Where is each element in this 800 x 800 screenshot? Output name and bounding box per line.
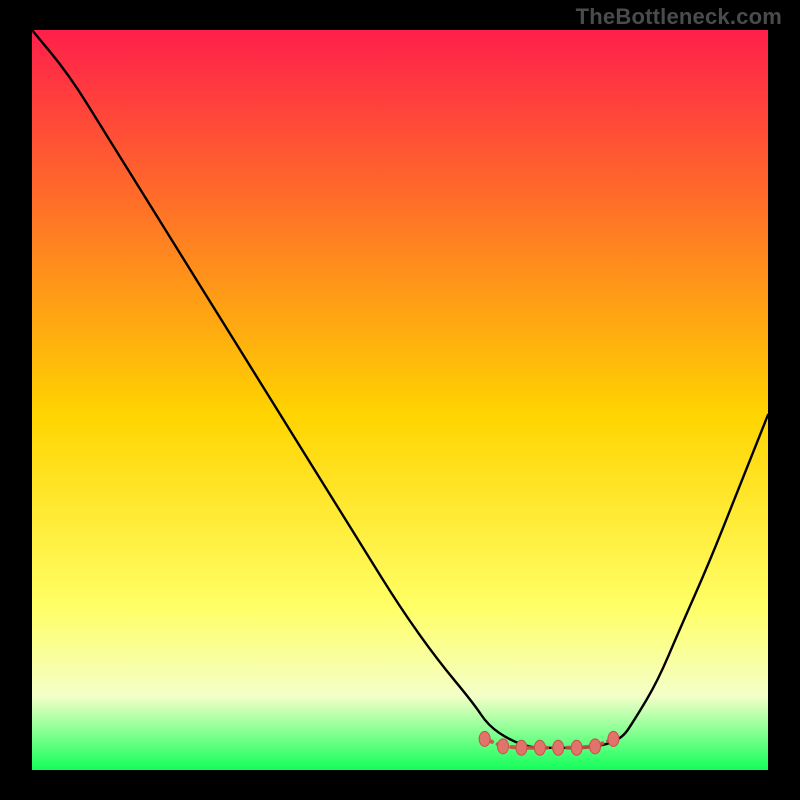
chart-frame: TheBottleneck.com (0, 0, 800, 800)
bottleneck-chart (32, 30, 768, 770)
watermark-text: TheBottleneck.com (576, 4, 782, 30)
chart-svg (32, 30, 768, 770)
